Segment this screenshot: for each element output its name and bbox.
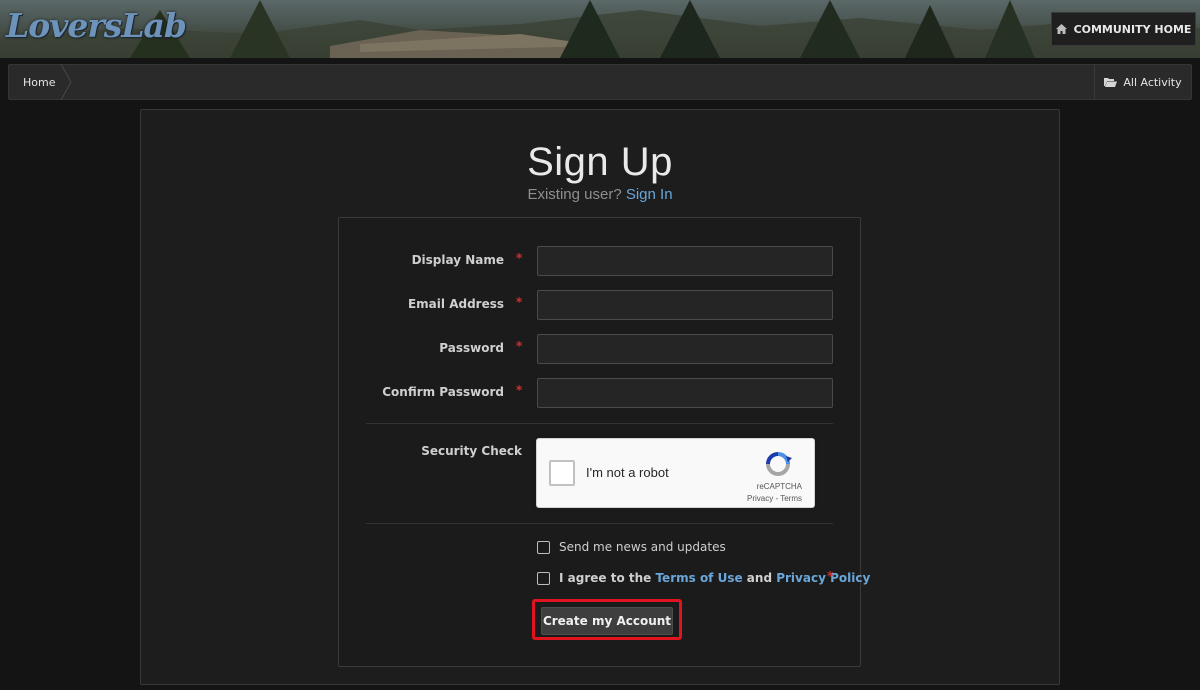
form-divider bbox=[366, 523, 833, 524]
breadcrumb-separator bbox=[60, 64, 72, 100]
recaptcha-widget: I'm not a robot reCAPTCHA Privacy - Term… bbox=[536, 438, 815, 508]
email-address-label: Email Address bbox=[407, 297, 504, 311]
news-updates-label[interactable]: Send me news and updates bbox=[559, 540, 726, 554]
password-label: Password bbox=[439, 341, 504, 355]
recaptcha-brand: reCAPTCHA bbox=[756, 482, 802, 491]
folder-open-icon bbox=[1104, 78, 1118, 87]
existing-user-prompt: Existing user? Sign In bbox=[0, 186, 1200, 203]
breadcrumb: Home All Activity bbox=[8, 64, 1192, 100]
site-logo[interactable]: LoversLab bbox=[6, 6, 187, 45]
recaptcha-privacy-link[interactable]: Privacy bbox=[747, 494, 773, 503]
terms-of-use-link[interactable]: Terms of Use bbox=[655, 571, 742, 585]
page-title: Sign Up bbox=[527, 140, 673, 184]
password-field[interactable] bbox=[537, 334, 833, 364]
confirm-password-label: Confirm Password bbox=[382, 385, 504, 399]
recaptcha-logo-icon bbox=[766, 452, 792, 476]
required-marker: * bbox=[516, 251, 523, 265]
email-address-field[interactable] bbox=[537, 290, 833, 320]
agree-conjunction: and bbox=[746, 571, 773, 585]
agree-terms-label: I agree to the Terms of Use and Privacy … bbox=[559, 571, 870, 585]
privacy-policy-link[interactable]: Privacy Policy bbox=[776, 571, 870, 585]
security-check-label: Security Check bbox=[421, 444, 522, 458]
all-activity-button[interactable]: All Activity bbox=[1094, 65, 1191, 99]
required-marker: * bbox=[827, 569, 834, 583]
required-marker: * bbox=[516, 383, 523, 397]
home-icon bbox=[1055, 24, 1067, 34]
recaptcha-checkbox[interactable] bbox=[549, 460, 575, 486]
news-updates-checkbox[interactable] bbox=[537, 541, 550, 554]
agree-prefix: I agree to the bbox=[559, 571, 652, 585]
form-divider bbox=[366, 423, 833, 424]
all-activity-label: All Activity bbox=[1123, 75, 1182, 89]
create-account-button[interactable]: Create my Account bbox=[541, 607, 673, 635]
required-marker: * bbox=[516, 339, 523, 353]
confirm-password-field[interactable] bbox=[537, 378, 833, 408]
community-home-button[interactable]: COMMUNITY HOME bbox=[1051, 12, 1196, 46]
display-name-field[interactable] bbox=[537, 246, 833, 276]
sign-in-link[interactable]: Sign In bbox=[626, 186, 673, 203]
required-marker: * bbox=[516, 295, 523, 309]
header-banner: LoversLab COMMUNITY HOME bbox=[0, 0, 1200, 58]
display-name-label: Display Name bbox=[411, 253, 504, 267]
recaptcha-links: Privacy - Terms bbox=[747, 494, 802, 503]
recaptcha-label: I'm not a robot bbox=[586, 465, 669, 480]
recaptcha-terms-link[interactable]: Terms bbox=[780, 494, 802, 503]
existing-user-text: Existing user? bbox=[527, 186, 622, 203]
community-home-label: COMMUNITY HOME bbox=[1073, 22, 1192, 36]
agree-terms-checkbox[interactable] bbox=[537, 572, 550, 585]
